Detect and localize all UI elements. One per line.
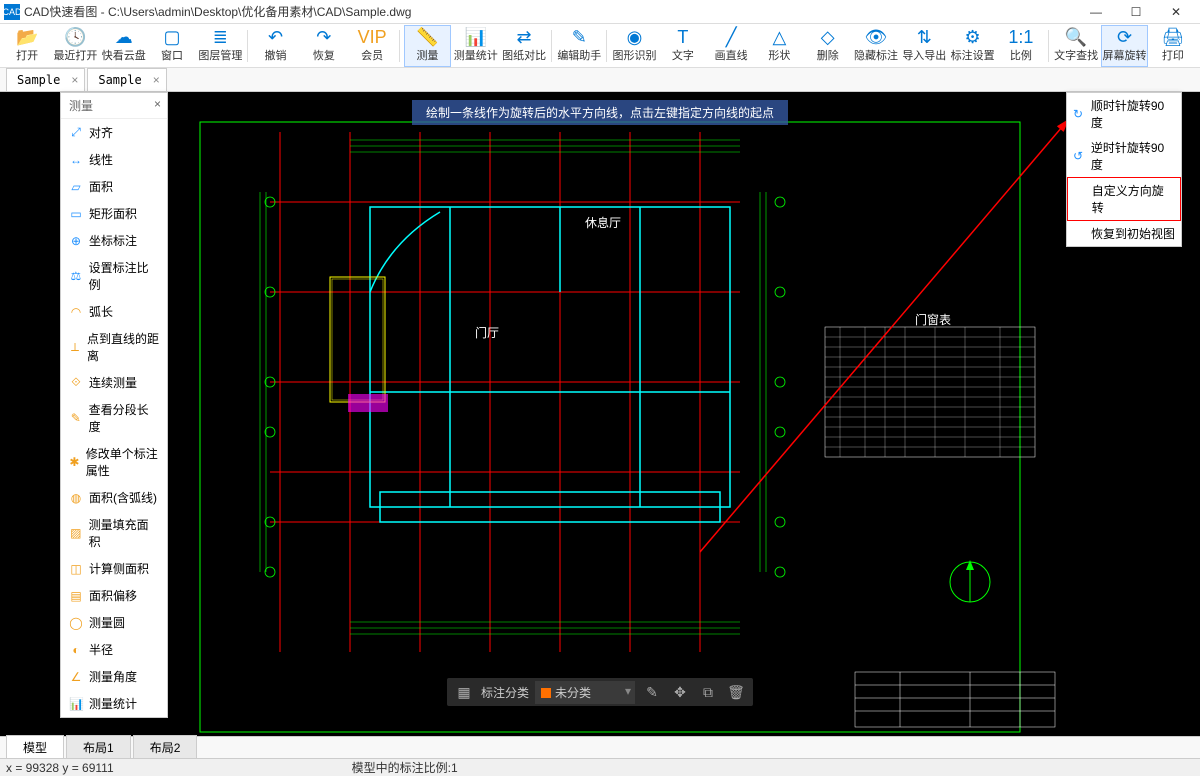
tool-删除[interactable]: ◇删除 <box>805 25 851 67</box>
status-bar: x = 99328 y = 69111 模型中的标注比例:1 <box>0 758 1200 776</box>
edit-icon[interactable]: ✎ <box>641 681 663 703</box>
measure-item[interactable]: ↔线性 <box>61 146 167 173</box>
tool-编辑助手[interactable]: ✎编辑助手 <box>556 25 602 67</box>
measure-panel: 测量 × ⤢对齐↔线性▱面积▭矩形面积⊕坐标标注⚖设置标注比例◠弧长⟂点到直线的… <box>60 92 168 718</box>
measure-item[interactable]: ▱面积 <box>61 173 167 200</box>
measure-item[interactable]: ⟐连续测量 <box>61 369 167 396</box>
app-icon: CAD <box>4 4 20 20</box>
tool-会员[interactable]: VIP会员 <box>349 25 395 67</box>
svg-text:门窗表: 门窗表 <box>915 312 951 327</box>
measure-item[interactable]: ▨测量填充面积 <box>61 511 167 555</box>
layout-tab[interactable]: 布局2 <box>133 735 198 760</box>
tool-形状[interactable]: △形状 <box>756 25 802 67</box>
grid-icon[interactable]: ▦ <box>453 681 475 703</box>
rotate-option[interactable]: ↺逆时针旋转90度 <box>1067 135 1181 177</box>
doc-tab[interactable]: Sample× <box>87 68 166 91</box>
measure-item[interactable]: ⟂点到直线的距离 <box>61 325 167 369</box>
tool-隐藏标注[interactable]: 👁隐藏标注 <box>853 25 899 67</box>
measure-item[interactable]: ▤面积偏移 <box>61 582 167 609</box>
scale-readout: 模型中的标注比例:1 <box>352 759 458 776</box>
tool-恢复[interactable]: ↷恢复 <box>301 25 347 67</box>
tool-测量统计[interactable]: 📊测量统计 <box>453 25 499 67</box>
window-title: CAD快速看图 - C:\Users\admin\Desktop\优化备用素材\… <box>24 3 1076 20</box>
tool-屏幕旋转[interactable]: ⟳屏幕旋转 <box>1101 25 1147 67</box>
tool-打印[interactable]: 🖨打印 <box>1150 25 1196 67</box>
measure-item[interactable]: ◯测量圆 <box>61 609 167 636</box>
tool-窗口[interactable]: ▢窗口 <box>149 25 195 67</box>
svg-text:休息厅: 休息厅 <box>585 215 621 230</box>
tool-测量[interactable]: 📏测量 <box>404 25 450 67</box>
measure-panel-title: 测量 × <box>61 93 167 119</box>
tool-撤销[interactable]: ↶撤销 <box>252 25 298 67</box>
measure-item[interactable]: ✎查看分段长度 <box>61 396 167 440</box>
measure-item[interactable]: ◐半径 <box>61 636 167 663</box>
layout-tab[interactable]: 布局1 <box>66 735 131 760</box>
measure-item[interactable]: ⊕坐标标注 <box>61 227 167 254</box>
close-icon[interactable]: × <box>154 97 161 111</box>
measure-item[interactable]: ◫计算侧面积 <box>61 555 167 582</box>
annotation-label: 标注分类 <box>481 684 529 701</box>
measure-item[interactable]: ⤢对齐 <box>61 119 167 146</box>
move-icon[interactable]: ✥ <box>669 681 691 703</box>
tool-图纸对比[interactable]: ⇄图纸对比 <box>501 25 547 67</box>
command-hint: 绘制一条线作为旋转后的水平方向线，点击左键指定方向线的起点 <box>412 100 788 125</box>
measure-item[interactable]: 📊测量统计 <box>61 690 167 717</box>
tool-标注设置[interactable]: ⚙标注设置 <box>949 25 995 67</box>
tool-画直线[interactable]: ╱画直线 <box>708 25 754 67</box>
close-tab-icon[interactable]: × <box>153 73 160 87</box>
svg-text:门厅: 门厅 <box>475 325 499 340</box>
measure-item[interactable]: ✱修改单个标注属性 <box>61 440 167 484</box>
rotate-option[interactable]: 自定义方向旋转 <box>1067 177 1181 221</box>
coords-readout: x = 99328 y = 69111 <box>6 761 114 775</box>
delete-icon[interactable]: 🗑 <box>725 681 747 703</box>
category-select[interactable]: 未分类 <box>535 681 635 704</box>
tool-文字查找[interactable]: 🔍文字查找 <box>1053 25 1099 67</box>
layout-tab[interactable]: 模型 <box>6 735 64 760</box>
drawing-viewport: 休息厅 门厅 门窗表 <box>0 92 1200 736</box>
tool-导入导出[interactable]: ⇅导入导出 <box>901 25 947 67</box>
measure-item[interactable]: ▭矩形面积 <box>61 200 167 227</box>
tool-比例[interactable]: 1:1比例 <box>998 25 1044 67</box>
rotate-dropdown: ↻顺时针旋转90度↺逆时针旋转90度自定义方向旋转恢复到初始视图 <box>1066 92 1182 247</box>
tool-打开[interactable]: 📂打开 <box>4 25 50 67</box>
maximize-button[interactable]: ☐ <box>1116 2 1156 22</box>
measure-item[interactable]: ∠测量角度 <box>61 663 167 690</box>
close-tab-icon[interactable]: × <box>71 73 78 87</box>
tool-快看云盘[interactable]: ☁快看云盘 <box>101 25 147 67</box>
tool-文字[interactable]: T文字 <box>660 25 706 67</box>
measure-item[interactable]: ⚖设置标注比例 <box>61 254 167 298</box>
tool-最近打开[interactable]: 🕓最近打开 <box>52 25 98 67</box>
document-tabs: Sample×Sample× <box>0 68 1200 92</box>
canvas[interactable]: 休息厅 门厅 门窗表 <box>0 92 1200 736</box>
rotate-option[interactable]: ↻顺时针旋转90度 <box>1067 93 1181 135</box>
bottom-toolbar: ▦ 标注分类 未分类 ✎ ✥ ⧉ 🗑 <box>447 678 753 706</box>
main-toolbar: 📂打开🕓最近打开☁快看云盘▢窗口≣图层管理↶撤销↷恢复VIP会员📏测量📊测量统计… <box>0 24 1200 68</box>
tool-图层管理[interactable]: ≣图层管理 <box>197 25 243 67</box>
layout-tabs: 模型布局1布局2 <box>0 736 1200 758</box>
minimize-button[interactable]: — <box>1076 2 1116 22</box>
rotate-option[interactable]: 恢复到初始视图 <box>1067 221 1181 246</box>
tool-图形识别[interactable]: ◉图形识别 <box>611 25 657 67</box>
measure-item[interactable]: ◍面积(含弧线) <box>61 484 167 511</box>
copy-icon[interactable]: ⧉ <box>697 681 719 703</box>
doc-tab[interactable]: Sample× <box>6 68 85 91</box>
close-button[interactable]: ✕ <box>1156 2 1196 22</box>
measure-item[interactable]: ◠弧长 <box>61 298 167 325</box>
